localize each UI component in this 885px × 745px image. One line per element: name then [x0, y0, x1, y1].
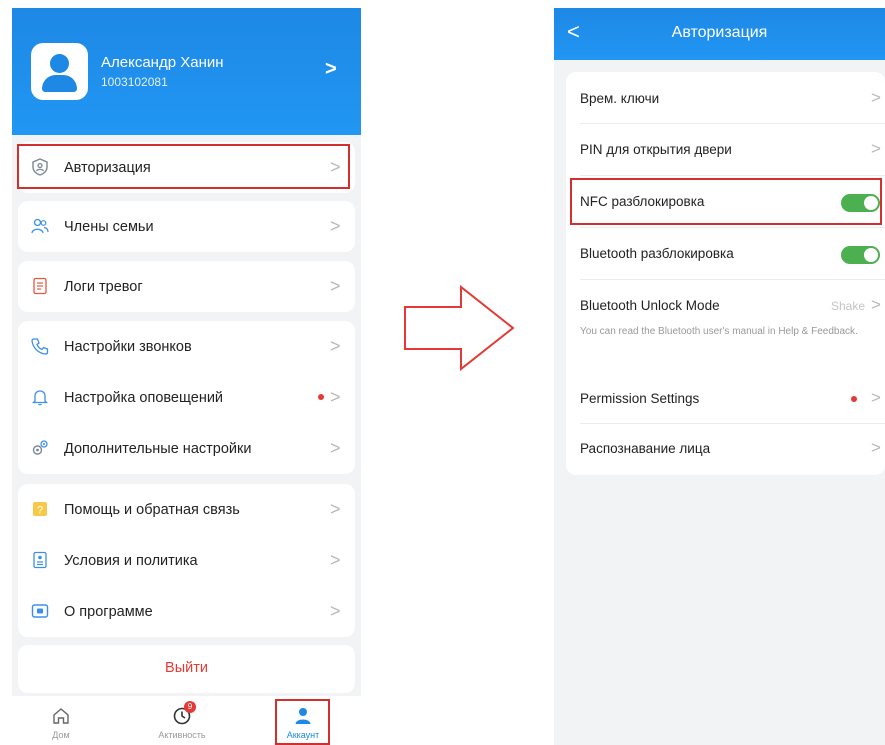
chevron-right-icon: > — [330, 216, 341, 236]
logout-label: Выйти — [165, 660, 208, 676]
settings-item-label: Распознавание лица — [580, 441, 711, 456]
menu-card: ? Помощь и обратная связь > Условия и по… — [18, 484, 355, 637]
settings-item-permissions[interactable]: Permission Settings > — [566, 373, 885, 424]
info-icon — [31, 604, 49, 618]
profile-header[interactable]: Александр Ханин 1003102081 > — [12, 8, 361, 135]
arrow-right-icon — [404, 285, 515, 371]
authorization-screen: < Авторизация Врем. ключи > PIN для откр… — [554, 8, 885, 745]
menu-item-notification-settings[interactable]: Настройка оповещений > — [18, 372, 355, 423]
logout-button[interactable]: Выйти — [18, 645, 355, 693]
settings-card: Врем. ключи > PIN для открытия двери > N… — [566, 72, 885, 475]
settings-item-label: Permission Settings — [580, 391, 700, 406]
notification-dot — [851, 396, 857, 402]
highlight-frame — [17, 144, 350, 189]
bluetooth-toggle[interactable] — [841, 246, 880, 264]
menu-item-label: Настройки звонков — [64, 338, 192, 355]
menu-item-family[interactable]: Члены семьи > — [18, 201, 355, 252]
menu-item-label: Дополнительные настройки — [64, 440, 252, 457]
menu-card: Логи тревог > — [18, 261, 355, 312]
settings-item-face-recognition[interactable]: Распознавание лица > — [566, 424, 885, 475]
gears-icon — [32, 440, 48, 455]
settings-item-label: Bluetooth Unlock Mode — [580, 298, 720, 313]
chevron-right-icon: > — [871, 139, 881, 158]
chevron-right-icon: > — [330, 438, 341, 458]
settings-item-label: Bluetooth разблокировка — [580, 246, 734, 261]
chevron-right-icon: > — [871, 88, 881, 107]
tab-home[interactable]: Дом — [31, 700, 91, 742]
nav-bar: < Авторизация — [554, 8, 885, 60]
menu-item-label: Члены семьи — [64, 218, 154, 235]
menu-item-label: Логи тревог — [64, 278, 143, 295]
avatar — [31, 43, 88, 100]
bluetooth-mode-value: Shake — [831, 299, 866, 313]
alarm-log-icon — [33, 277, 47, 295]
page-title: Авторизация — [671, 24, 768, 41]
chevron-right-icon: > — [330, 499, 341, 519]
menu-item-label: Настройка оповещений — [64, 389, 224, 406]
bell-icon — [31, 390, 49, 406]
settings-item-bluetooth-unlock: Bluetooth разблокировка — [566, 228, 885, 280]
menu-card: Члены семьи > — [18, 201, 355, 252]
chevron-right-icon: > — [330, 336, 341, 356]
settings-item-temp-keys[interactable]: Врем. ключи > — [566, 72, 885, 124]
bluetooth-hint: You can read the Bluetooth user's manual… — [580, 326, 858, 337]
tab-label: Активность — [158, 730, 206, 740]
settings-item-door-pin[interactable]: PIN для открытия двери > — [566, 124, 885, 176]
svg-text:?: ? — [37, 505, 43, 517]
tab-label: Дом — [52, 730, 70, 740]
home-icon — [53, 708, 69, 724]
profile-id: 1003102081 — [101, 75, 168, 89]
highlight-frame — [570, 178, 882, 225]
activity-badge: 9 — [184, 701, 196, 713]
chevron-right-icon: > — [330, 387, 341, 407]
chevron-right-icon: > — [871, 295, 881, 314]
menu-item-about[interactable]: О программе > — [18, 586, 355, 637]
help-icon: ? — [33, 502, 47, 517]
family-icon — [31, 218, 49, 234]
settings-item-bluetooth-mode[interactable]: Bluetooth Unlock Mode Shake > You can re… — [566, 280, 885, 370]
menu-item-call-settings[interactable]: Настройки звонков > — [18, 321, 355, 372]
chevron-right-icon: > — [871, 388, 881, 407]
settings-item-label: PIN для открытия двери — [580, 142, 732, 157]
menu-item-label: Условия и политика — [64, 552, 198, 569]
menu-item-alarm-logs[interactable]: Логи тревог > — [18, 261, 355, 312]
phone-icon — [31, 338, 49, 355]
chevron-right-icon: > — [871, 438, 881, 457]
tab-activity[interactable]: 9 Активность — [152, 700, 212, 742]
menu-item-help[interactable]: ? Помощь и обратная связь > — [18, 484, 355, 535]
menu-card: Настройки звонков > Настройка оповещений… — [18, 321, 355, 474]
document-icon — [33, 551, 47, 569]
tab-bar: Дом 9 Активность Аккаунт — [12, 696, 361, 745]
settings-item-label: Врем. ключи — [580, 91, 660, 106]
menu-item-label: Помощь и обратная связь — [64, 501, 240, 518]
chevron-right-icon: > — [330, 550, 341, 570]
chevron-right-icon[interactable]: > — [325, 58, 337, 81]
highlight-frame — [275, 699, 330, 745]
menu-item-advanced-settings[interactable]: Дополнительные настройки > — [18, 423, 355, 474]
menu-item-terms[interactable]: Условия и политика > — [18, 535, 355, 586]
chevron-right-icon: > — [330, 276, 341, 296]
profile-name: Александр Ханин — [101, 54, 224, 71]
notification-dot — [318, 394, 324, 400]
menu-item-label: О программе — [64, 603, 153, 620]
account-screen: Александр Ханин 1003102081 > Авторизация… — [12, 8, 361, 745]
chevron-right-icon: > — [330, 601, 341, 621]
